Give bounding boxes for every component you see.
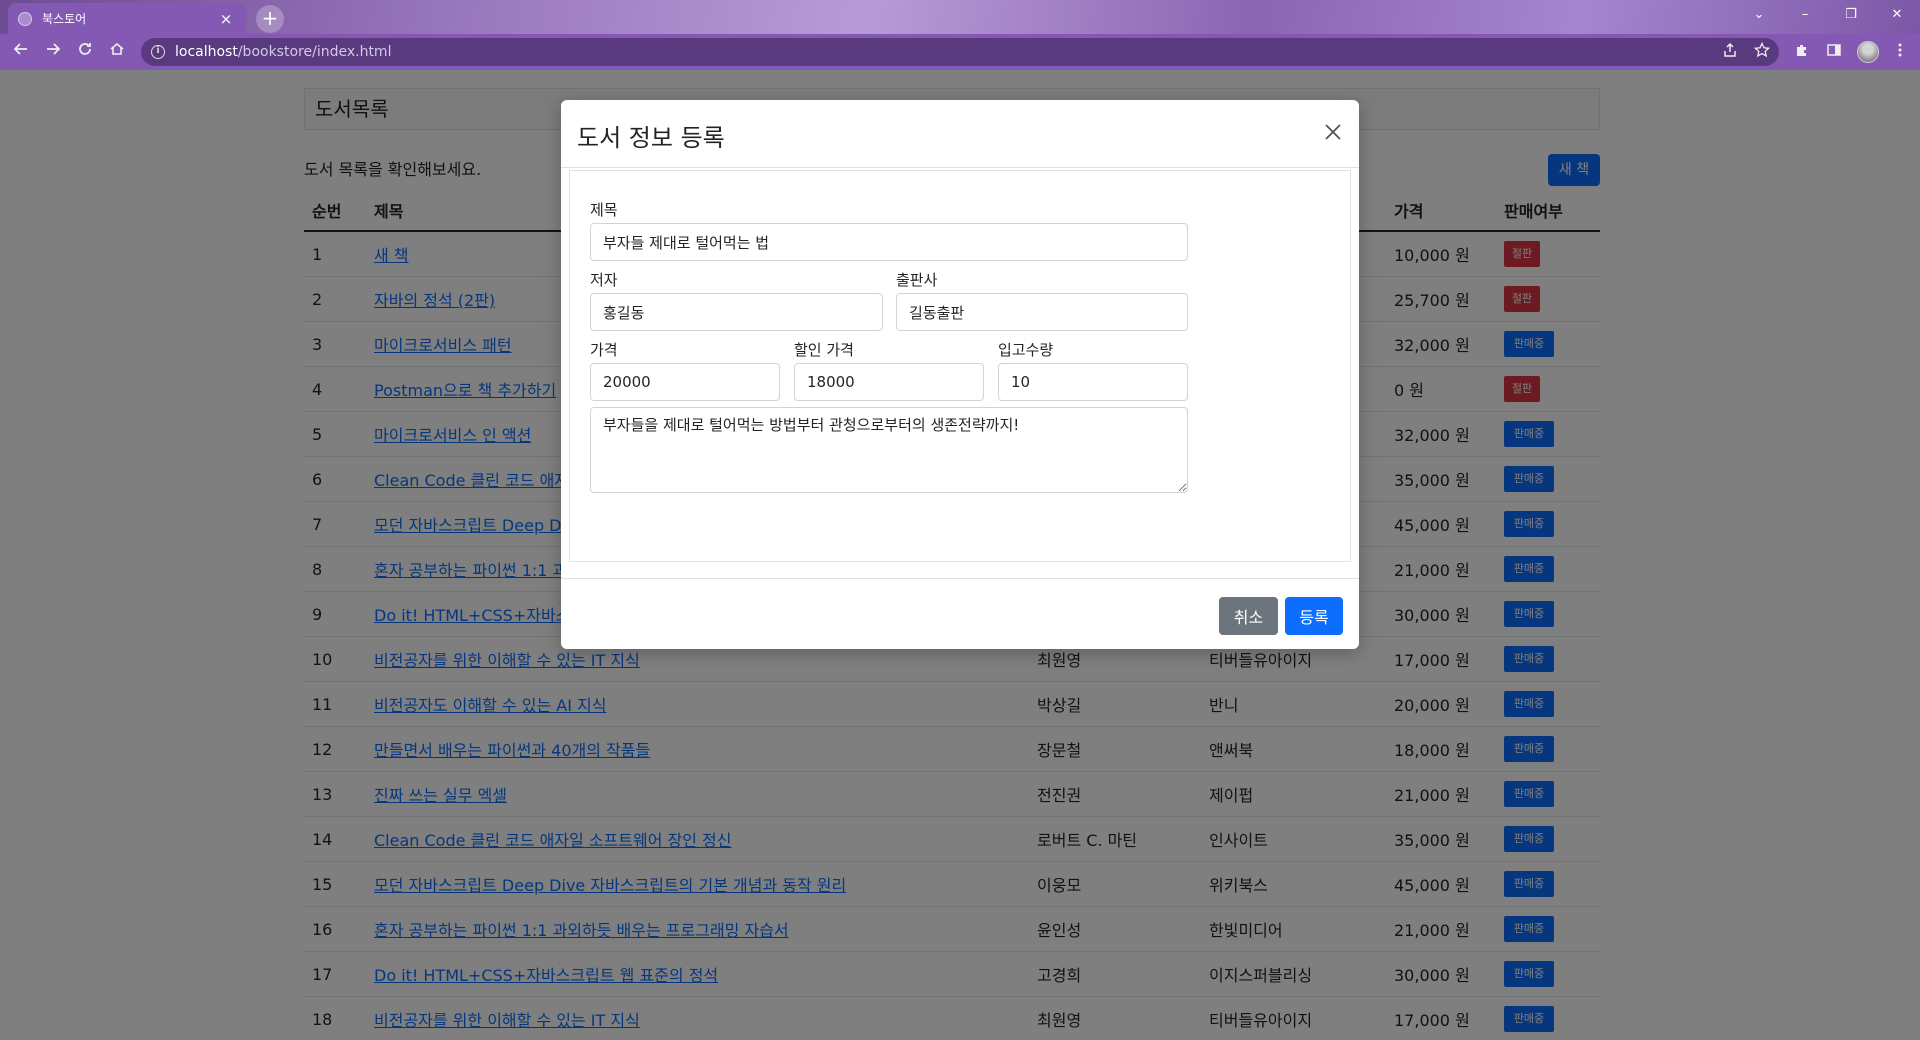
publisher-label: 출판사 (896, 271, 938, 289)
new-tab-button[interactable]: + (256, 5, 284, 33)
forward-arrow-icon[interactable] (42, 41, 64, 63)
publisher-input[interactable] (896, 293, 1188, 331)
price-input[interactable] (590, 363, 780, 401)
reload-icon[interactable] (74, 41, 96, 63)
title-input[interactable] (590, 223, 1188, 261)
tab-strip: 북스토어 × + ⌄ – ❐ ✕ (0, 0, 1920, 34)
browser-chrome: 북스토어 × + ⌄ – ❐ ✕ i localhost/bookstore/i… (0, 0, 1920, 70)
tab-close-icon[interactable]: × (216, 10, 236, 28)
tab-title: 북스토어 (42, 12, 87, 26)
more-menu-icon[interactable] (1890, 42, 1910, 62)
modal-header: 도서 정보 등록 (561, 100, 1359, 168)
address-bar[interactable]: i localhost/bookstore/index.html (141, 38, 1779, 66)
modal-body: 제목 저자 출판사 가격 할인 가격 입고수량 부자들을 제대로 털어먹는 방법… (569, 170, 1351, 562)
close-window-button[interactable]: ✕ (1874, 0, 1920, 30)
side-panel-icon[interactable] (1824, 42, 1844, 62)
url-host: localhost (175, 44, 238, 60)
globe-icon (18, 11, 32, 26)
extensions-icon[interactable] (1792, 42, 1812, 62)
profile-avatar[interactable] (1857, 41, 1879, 63)
stock-label: 입고수량 (998, 341, 1054, 359)
discount-price-input[interactable] (794, 363, 984, 401)
browser-toolbar: i localhost/bookstore/index.html (0, 34, 1920, 70)
author-label: 저자 (590, 271, 618, 289)
share-icon[interactable] (1720, 42, 1740, 62)
modal-title: 도서 정보 등록 (577, 124, 725, 152)
description-textarea[interactable]: 부자들을 제대로 털어먹는 방법부터 관청으로부터의 생존전략까지! (590, 407, 1188, 493)
book-register-modal: 도서 정보 등록 제목 저자 출판사 가격 할인 가격 입고수량 부자들을 제대… (561, 100, 1359, 649)
author-input[interactable] (590, 293, 883, 331)
modal-footer: 취소 등록 (561, 578, 1359, 649)
title-label: 제목 (590, 201, 618, 219)
stock-input[interactable] (998, 363, 1188, 401)
back-arrow-icon[interactable] (10, 41, 32, 63)
submit-button[interactable]: 등록 (1285, 597, 1343, 635)
price-label: 가격 (590, 341, 618, 359)
tab-search-icon[interactable]: ⌄ (1736, 0, 1782, 30)
cancel-button[interactable]: 취소 (1219, 597, 1278, 635)
close-icon[interactable] (1321, 122, 1345, 146)
browser-tab[interactable]: 북스토어 × (8, 3, 246, 34)
restore-button[interactable]: ❐ (1828, 0, 1874, 30)
info-icon[interactable]: i (151, 45, 165, 59)
url-path: /bookstore/index.html (237, 44, 392, 60)
minimize-button[interactable]: – (1782, 0, 1828, 30)
bookmark-star-icon[interactable] (1752, 41, 1772, 62)
home-icon[interactable] (106, 41, 128, 63)
discount-price-label: 할인 가격 (794, 341, 854, 359)
